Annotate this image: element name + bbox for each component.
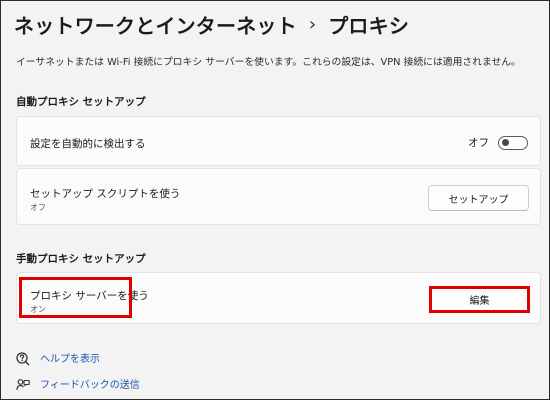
auto-detect-toggle[interactable] [498,135,528,150]
toggle-knob [502,138,509,146]
manual-proxy-heading: 手動プロキシ セットアップ [16,253,146,265]
auto-detect-card: 設定を自動的に検出する オフ [16,116,541,166]
auto-proxy-heading: 自動プロキシ セットアップ [16,96,146,108]
setup-script-card: セットアップ スクリプトを使う オフ セットアップ [16,168,541,225]
edit-button[interactable]: 編集 [430,287,529,312]
proxy-server-status: オン [30,305,46,314]
auto-detect-toggle-label: オフ [468,137,489,149]
proxy-server-card: プロキシ サーバーを使う オン 編集 [16,272,541,324]
feedback-link[interactable]: フィードバックの送信 [16,376,140,391]
breadcrumb-network-internet[interactable]: ネットワークとインターネット [14,10,297,39]
proxy-server-title: プロキシ サーバーを使う [30,290,149,302]
help-icon [16,351,30,365]
help-link-label[interactable]: ヘルプを表示 [40,350,100,365]
feedback-link-label[interactable]: フィードバックの送信 [40,376,140,391]
breadcrumb-separator: › [308,13,317,35]
auto-detect-title: 設定を自動的に検出する [30,138,146,150]
setup-script-status: オフ [30,203,46,212]
feedback-icon [16,377,30,391]
settings-window: ネットワークとインターネット › プロキシ イーサネットまたは Wi-Fi 接続… [0,0,550,400]
breadcrumb: ネットワークとインターネット › プロキシ [14,9,409,39]
page-title: プロキシ [328,13,410,38]
auto-detect-toggle-group: オフ [468,135,528,150]
help-link[interactable]: ヘルプを表示 [16,350,100,365]
setup-button[interactable]: セットアップ [428,185,529,211]
setup-script-title: セットアップ スクリプトを使う [30,188,181,200]
page-description: イーサネットまたは Wi-Fi 接続にプロキシ サーバーを使います。これらの設定… [16,57,521,68]
